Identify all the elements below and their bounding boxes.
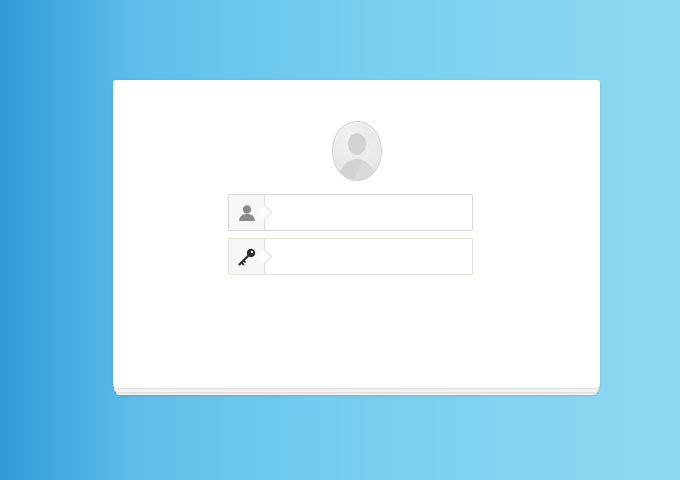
user-icon <box>239 205 255 221</box>
username-icon-box <box>229 195 273 230</box>
username-field <box>228 194 473 231</box>
login-card-stack <box>113 80 600 395</box>
field-notch <box>256 248 273 265</box>
field-notch <box>256 204 273 221</box>
user-silhouette-icon <box>339 122 381 180</box>
password-input[interactable] <box>273 239 468 274</box>
username-input[interactable] <box>273 195 468 230</box>
avatar <box>332 121 382 181</box>
password-icon-box <box>229 239 273 274</box>
key-icon <box>238 248 256 266</box>
password-field <box>228 238 473 275</box>
login-card <box>113 80 600 388</box>
